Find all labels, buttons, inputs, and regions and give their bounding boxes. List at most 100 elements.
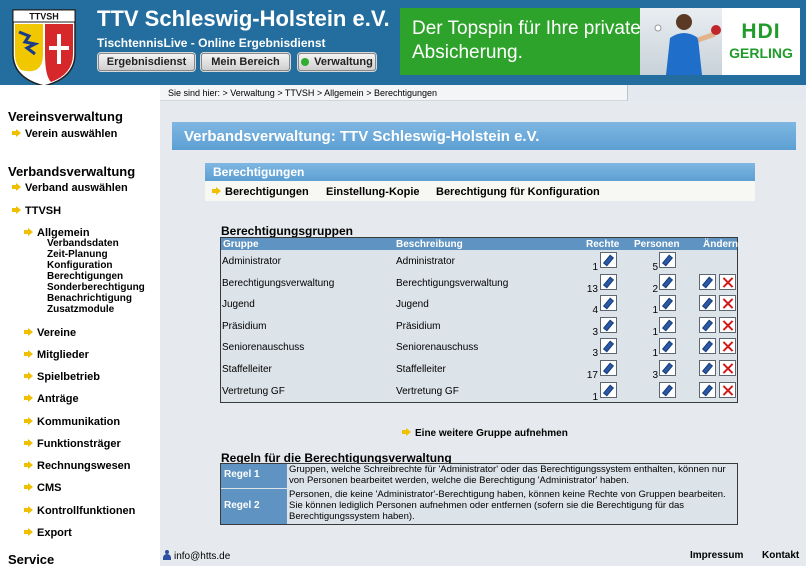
sidebar-item-label: Rechnungswesen: [37, 460, 131, 472]
arrow-right-icon: [24, 394, 33, 402]
edit-rights-icon[interactable]: [600, 295, 617, 311]
arrow-right-icon: [24, 350, 33, 358]
group-rights-count: 13: [586, 284, 598, 295]
edit-group-icon[interactable]: [699, 295, 716, 311]
group-description: Administrator: [396, 256, 455, 267]
group-rights-count: 3: [592, 327, 598, 338]
group-name: Präsidium: [222, 321, 267, 332]
subnav-einstellung-kopie[interactable]: Einstellung-Kopie: [326, 186, 420, 198]
edit-persons-icon[interactable]: [659, 382, 676, 398]
delete-group-icon[interactable]: [719, 317, 736, 333]
arrow-right-icon: [24, 228, 33, 236]
hdi-gerling-logo: HDI GERLING: [722, 8, 800, 75]
add-group-link[interactable]: Eine weitere Gruppe aufnehmen: [402, 428, 568, 439]
edit-rights-icon[interactable]: [600, 382, 617, 398]
sidebar-item-verein-auswaehlen[interactable]: Verein auswählen: [12, 128, 117, 140]
edit-rights-icon[interactable]: [600, 360, 617, 376]
sidebar-item-kommunikation[interactable]: Kommunikation: [24, 416, 120, 428]
group-persons-count: 1: [652, 305, 658, 316]
svg-text:TTVSH: TTVSH: [29, 12, 59, 22]
sidebar-item-ttvsh[interactable]: TTVSH: [12, 205, 61, 217]
rule-1-label: Regel 1: [221, 464, 287, 488]
arrow-right-icon: [24, 506, 33, 514]
sidebar-item-vereine[interactable]: Vereine: [24, 327, 76, 339]
edit-persons-icon[interactable]: [659, 252, 676, 268]
edit-persons-icon[interactable]: [659, 317, 676, 333]
sidebar-sub-sonderberechtigung[interactable]: Sonderberechtigung: [47, 282, 145, 293]
sidebar-item-mitglieder[interactable]: Mitglieder: [24, 349, 89, 361]
edit-rights-icon[interactable]: [600, 274, 617, 290]
group-rights-count: 1: [592, 262, 598, 273]
delete-group-icon[interactable]: [719, 338, 736, 354]
sidebar-item-label: Export: [37, 527, 72, 539]
ergebnisdienst-button[interactable]: Ergebnisdienst: [98, 53, 195, 71]
sidebar-item-funktionstraeger[interactable]: Funktionsträger: [24, 438, 121, 450]
group-persons-count: 5: [652, 262, 658, 273]
edit-group-icon[interactable]: [699, 317, 716, 333]
sidebar-sub-benachrichtigung[interactable]: Benachrichtigung: [47, 293, 132, 304]
edit-rights-icon[interactable]: [600, 317, 617, 333]
sidebar-item-label: CMS: [37, 482, 62, 494]
verwaltung-button[interactable]: Verwaltung: [298, 53, 376, 71]
column-header-personen: Personen: [634, 239, 680, 250]
footer-email-link[interactable]: info@htts.de: [163, 550, 230, 562]
sidebar-sub-zeit-planung[interactable]: Zeit-Planung: [47, 249, 108, 260]
group-name: Berechtigungsverwaltung: [222, 278, 335, 289]
edit-group-icon[interactable]: [699, 382, 716, 398]
footer-kontakt-link[interactable]: Kontakt: [762, 550, 799, 561]
sidebar-heading-verbandsverwaltung: Verbandsverwaltung: [8, 164, 136, 179]
column-header-beschreibung: Beschreibung: [396, 239, 463, 250]
page-title: Verbandsverwaltung: TTV Schleswig-Holste…: [184, 128, 540, 145]
sidebar-item-cms[interactable]: CMS: [24, 482, 61, 494]
sidebar-item-antraege[interactable]: Anträge: [24, 393, 79, 405]
arrow-right-icon: [24, 328, 33, 336]
footer-email-label: info@htts.de: [174, 551, 231, 562]
ad-banner[interactable]: Der Topspin für Ihre private Absicherung…: [400, 8, 800, 75]
rule-1-text: Gruppen, welche Schreibrechte für 'Admin…: [289, 464, 726, 486]
delete-group-icon[interactable]: [719, 382, 736, 398]
edit-persons-icon[interactable]: [659, 338, 676, 354]
site-subtitle: TischtennisLive - Online Ergebnisdienst: [97, 36, 326, 50]
sidebar-item-kontrollfunktionen[interactable]: Kontrollfunktionen: [24, 505, 135, 517]
footer-impressum-link[interactable]: Impressum: [690, 550, 743, 561]
edit-group-icon[interactable]: [699, 338, 716, 354]
arrow-right-icon: [402, 428, 411, 436]
sidebar-item-label: Vereine: [37, 327, 77, 339]
delete-group-icon[interactable]: [719, 295, 736, 311]
column-header-gruppe: Gruppe: [223, 239, 259, 250]
group-description: Jugend: [396, 299, 429, 310]
group-persons-count: 2: [652, 284, 658, 295]
mein-bereich-button[interactable]: Mein Bereich: [201, 53, 290, 71]
edit-rights-icon[interactable]: [600, 338, 617, 354]
sidebar-sub-berechtigungen[interactable]: Berechtigungen: [47, 271, 123, 282]
banner-brand-hdi: HDI: [741, 20, 781, 43]
sidebar-item-label: TTVSH: [25, 205, 62, 217]
section-title: Berechtigungen: [213, 165, 305, 179]
subnav-berechtigung-konfiguration[interactable]: Berechtigung für Konfiguration: [436, 186, 600, 198]
edit-group-icon[interactable]: [699, 274, 716, 290]
arrow-right-icon: [212, 187, 221, 195]
group-rights-count: 17: [586, 370, 598, 381]
sidebar-sub-zusatzmodule[interactable]: Zusatzmodule: [47, 304, 114, 315]
edit-rights-icon[interactable]: [600, 252, 617, 268]
edit-persons-icon[interactable]: [659, 295, 676, 311]
sidebar-item-verband-auswaehlen[interactable]: Verband auswählen: [12, 182, 128, 194]
edit-persons-icon[interactable]: [659, 360, 676, 376]
edit-persons-icon[interactable]: [659, 274, 676, 290]
sidebar-item-label: Kommunikation: [37, 416, 121, 428]
arrow-right-icon: [12, 206, 21, 214]
sidebar-item-export[interactable]: Export: [24, 527, 72, 539]
sidebar-sub-verbandsdaten[interactable]: Verbandsdaten: [47, 238, 119, 249]
group-name: Administrator: [222, 256, 281, 267]
sidebar-item-rechnungswesen[interactable]: Rechnungswesen: [24, 460, 131, 472]
edit-group-icon[interactable]: [699, 360, 716, 376]
delete-group-icon[interactable]: [719, 360, 736, 376]
ttvsh-logo: TTVSH: [12, 9, 76, 87]
group-description: Vertretung GF: [396, 386, 459, 397]
delete-group-icon[interactable]: [719, 274, 736, 290]
subnav-berechtigungen[interactable]: Berechtigungen: [212, 186, 309, 198]
breadcrumb: Sie sind hier: > Verwaltung > TTVSH > Al…: [168, 88, 437, 98]
sidebar-item-spielbetrieb[interactable]: Spielbetrieb: [24, 371, 100, 383]
sidebar-sub-konfiguration[interactable]: Konfiguration: [47, 260, 113, 271]
arrow-right-icon: [12, 129, 21, 137]
